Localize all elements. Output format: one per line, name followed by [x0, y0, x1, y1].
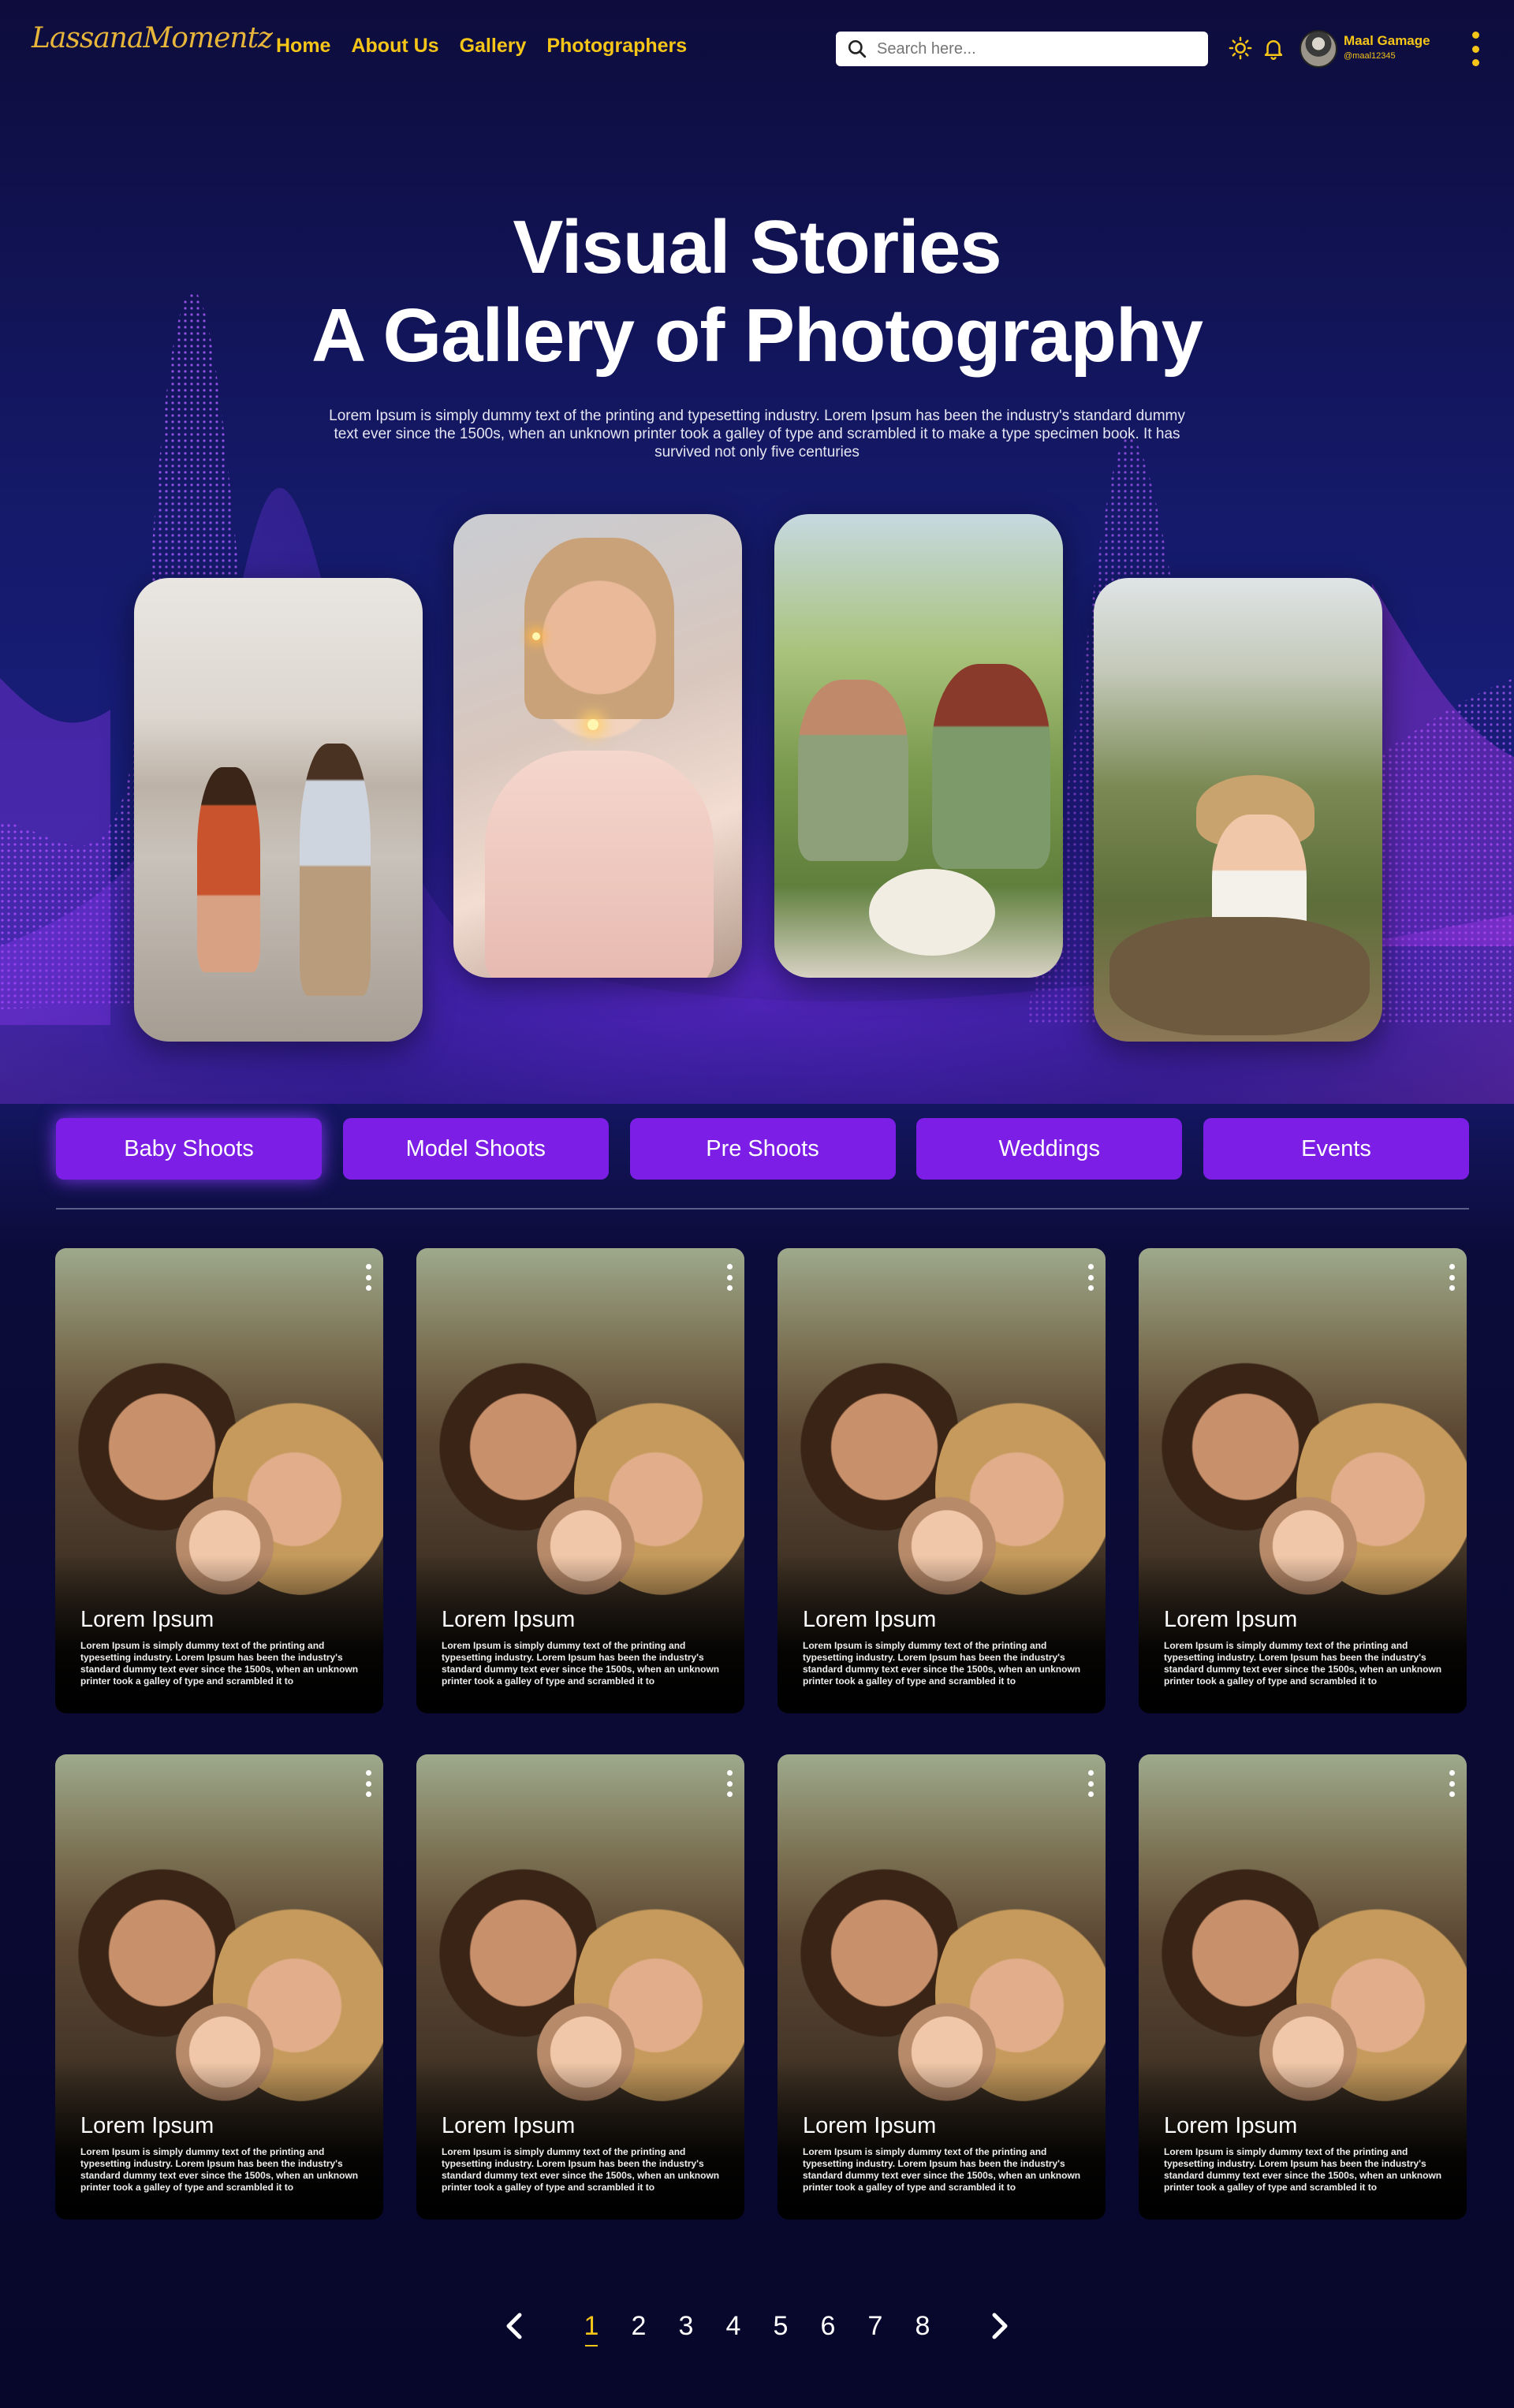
hero-title-line-2: A Gallery of Photography [311, 293, 1203, 378]
bell-icon[interactable] [1262, 36, 1285, 60]
hero-title: Visual Stories A Gallery of Photography [0, 203, 1514, 380]
card-description: Lorem Ipsum is simply dummy text of the … [442, 1640, 720, 1687]
page-8[interactable]: 8 [899, 2311, 946, 2342]
hero-photo-beach-couple[interactable] [134, 578, 423, 1042]
search-box [836, 32, 1208, 66]
hero-title-line-1: Visual Stories [513, 205, 1001, 289]
card-menu-icon[interactable] [1087, 1770, 1094, 1797]
card-description: Lorem Ipsum is simply dummy text of the … [1164, 2146, 1442, 2193]
gallery-card[interactable]: Lorem Ipsum Lorem Ipsum is simply dummy … [55, 1754, 383, 2220]
chevron-right-icon[interactable] [984, 2310, 1016, 2342]
tab-weddings[interactable]: Weddings [916, 1118, 1183, 1180]
card-title: Lorem Ipsum [803, 1607, 937, 1632]
card-description: Lorem Ipsum is simply dummy text of the … [80, 2146, 359, 2193]
avatar[interactable] [1300, 30, 1337, 68]
chevron-left-icon[interactable] [498, 2310, 530, 2342]
gallery-card[interactable]: Lorem Ipsum Lorem Ipsum is simply dummy … [778, 1248, 1106, 1713]
user-info[interactable]: Maal Gamage @maal12345 [1344, 33, 1430, 61]
card-menu-icon[interactable] [364, 1770, 372, 1797]
card-description: Lorem Ipsum is simply dummy text of the … [803, 1640, 1081, 1687]
page-4[interactable]: 4 [710, 2311, 757, 2342]
nav-about-us[interactable]: About Us [351, 35, 438, 58]
card-menu-icon[interactable] [1448, 1264, 1456, 1291]
search-input[interactable] [877, 39, 1192, 58]
main-nav: Home About Us Gallery Photographers [276, 35, 687, 58]
nav-gallery[interactable]: Gallery [460, 35, 527, 58]
sun-icon[interactable] [1229, 36, 1252, 60]
card-description: Lorem Ipsum is simply dummy text of the … [1164, 1640, 1442, 1687]
page-7[interactable]: 7 [852, 2311, 899, 2342]
top-header: LassanaMomentz Home About Us Gallery Pho… [0, 0, 1514, 98]
card-description: Lorem Ipsum is simply dummy text of the … [80, 1640, 359, 1687]
gallery-card[interactable]: Lorem Ipsum Lorem Ipsum is simply dummy … [1139, 1248, 1467, 1713]
page-2[interactable]: 2 [615, 2311, 662, 2342]
gallery-card[interactable]: Lorem Ipsum Lorem Ipsum is simply dummy … [55, 1248, 383, 1713]
card-menu-icon[interactable] [364, 1264, 372, 1291]
card-title: Lorem Ipsum [442, 1607, 576, 1632]
brand-logo[interactable]: LassanaMomentz [32, 22, 273, 54]
gallery-card[interactable]: Lorem Ipsum Lorem Ipsum is simply dummy … [416, 1754, 744, 2220]
page-3[interactable]: 3 [662, 2311, 710, 2342]
card-title: Lorem Ipsum [1164, 1607, 1298, 1632]
gallery-grid: Lorem Ipsum Lorem Ipsum is simply dummy … [55, 1248, 1471, 2220]
card-title: Lorem Ipsum [80, 1607, 214, 1632]
gallery-card[interactable]: Lorem Ipsum Lorem Ipsum is simply dummy … [1139, 1754, 1467, 2220]
card-description: Lorem Ipsum is simply dummy text of the … [803, 2146, 1081, 2193]
hero-photo-sparkler-woman[interactable] [453, 514, 742, 978]
card-menu-icon[interactable] [725, 1770, 733, 1797]
page-1[interactable]: 1 [568, 2311, 615, 2346]
gallery-card[interactable]: Lorem Ipsum Lorem Ipsum is simply dummy … [778, 1754, 1106, 2220]
hero-photo-baby-meadow[interactable] [1094, 578, 1382, 1042]
tab-events[interactable]: Events [1203, 1118, 1469, 1180]
gallery-card[interactable]: Lorem Ipsum Lorem Ipsum is simply dummy … [416, 1248, 744, 1713]
card-menu-icon[interactable] [1087, 1264, 1094, 1291]
card-title: Lorem Ipsum [803, 2113, 937, 2138]
category-tabs: Baby Shoots Model Shoots Pre Shoots Wedd… [56, 1118, 1469, 1180]
user-name: Maal Gamage [1344, 33, 1430, 48]
user-handle: @maal12345 [1344, 51, 1396, 61]
card-title: Lorem Ipsum [442, 2113, 576, 2138]
card-menu-icon[interactable] [725, 1264, 733, 1291]
tab-model-shoots[interactable]: Model Shoots [342, 1118, 609, 1180]
card-title: Lorem Ipsum [1164, 2113, 1298, 2138]
tab-pre-shoots[interactable]: Pre Shoots [629, 1118, 896, 1180]
nav-home[interactable]: Home [276, 35, 330, 58]
card-title: Lorem Ipsum [80, 2113, 214, 2138]
nav-photographers[interactable]: Photographers [546, 35, 687, 58]
tab-baby-shoots[interactable]: Baby Shoots [56, 1118, 322, 1180]
more-vertical-icon[interactable] [1470, 32, 1481, 66]
pagination: 1 2 3 4 5 6 7 8 [0, 2310, 1514, 2346]
page-6[interactable]: 6 [804, 2311, 852, 2342]
card-menu-icon[interactable] [1448, 1770, 1456, 1797]
section-divider [56, 1208, 1469, 1210]
page-5[interactable]: 5 [757, 2311, 804, 2342]
hero-description: Lorem Ipsum is simply dummy text of the … [329, 408, 1185, 460]
card-description: Lorem Ipsum is simply dummy text of the … [442, 2146, 720, 2193]
search-icon[interactable] [847, 39, 867, 59]
hero-photo-family-picnic[interactable] [774, 514, 1063, 978]
